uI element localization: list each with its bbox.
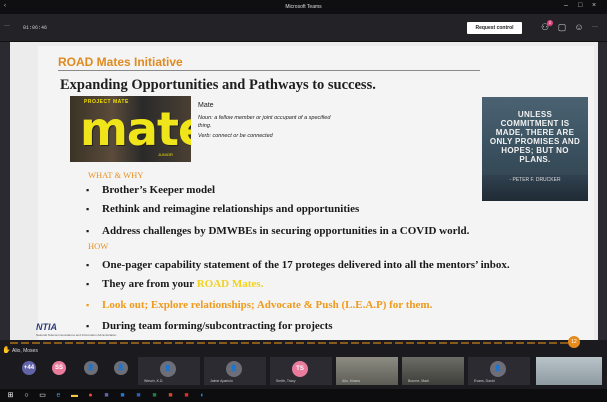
what-why-item: ▪ Address challenges by DMWBEs in securin… bbox=[86, 225, 470, 237]
participant-avatar[interactable]: +44 bbox=[22, 361, 36, 375]
participant-name: Wesch, K.D. bbox=[144, 379, 164, 383]
left-gutter bbox=[0, 42, 10, 340]
chat-icon[interactable]: ▢ bbox=[557, 21, 567, 33]
close-icon[interactable]: × bbox=[592, 2, 596, 9]
avatar: 👤 bbox=[490, 361, 506, 377]
progress-track bbox=[10, 342, 570, 344]
more-options-icon[interactable]: ··· bbox=[590, 21, 600, 33]
excel-icon[interactable]: ■ bbox=[150, 391, 159, 400]
what-why-item: ▪ Rethink and reimagine relationships and… bbox=[86, 203, 360, 215]
explorer-icon[interactable]: ▬ bbox=[70, 391, 79, 400]
participant-name: Bourne, Mark bbox=[408, 379, 430, 383]
teams-window: ‹ Microsoft Teams – □ × ··· 01:06:46 Req… bbox=[0, 0, 607, 402]
windows-taskbar: ⊞ ○ ▭ e ▬ ● ■ ■ ■ ■ ■ ■ ◐ bbox=[0, 389, 607, 402]
title-bar: ‹ Microsoft Teams – □ × bbox=[0, 0, 607, 14]
acrobat-icon[interactable]: ■ bbox=[182, 391, 191, 400]
right-gutter bbox=[598, 42, 607, 340]
word-icon[interactable]: ■ bbox=[134, 391, 143, 400]
header-divider bbox=[58, 70, 480, 71]
edge2-icon[interactable]: ◐ bbox=[198, 391, 207, 400]
how-item: ▪ Look out; Explore relationships; Advoca… bbox=[86, 299, 433, 311]
mate-image-bottom-text: JUNIOR bbox=[158, 152, 173, 157]
avatar: 👤 bbox=[226, 361, 242, 377]
slide-header: ROAD Mates Initiative bbox=[58, 55, 183, 69]
participant-name: Jaime Aparicio bbox=[210, 379, 233, 383]
participant-tile[interactable]: 👤 Wesch, K.D. bbox=[138, 357, 200, 385]
participant-tile[interactable]: Alio, Moses bbox=[336, 357, 398, 385]
participants-badge: 2 bbox=[547, 20, 553, 26]
definition-term: Mate bbox=[198, 102, 214, 109]
avatar: 👤 bbox=[160, 361, 176, 377]
slide-page-marker[interactable]: 12 bbox=[568, 336, 580, 348]
definition-noun: Noun: a fellow member or joint occupant … bbox=[198, 115, 331, 129]
road-mates-highlight: ROAD Mates. bbox=[196, 278, 264, 290]
definition-verb: Verb: connect or be connected bbox=[198, 133, 273, 139]
shared-slide: ROAD Mates Initiative Expanding Opportun… bbox=[10, 42, 598, 340]
teams-icon[interactable]: ■ bbox=[102, 391, 111, 400]
ntia-logo: NTIA bbox=[36, 322, 57, 332]
slide-canvas: ROAD Mates Initiative Expanding Opportun… bbox=[38, 46, 594, 340]
what-why-label: WHAT & WHY bbox=[88, 170, 144, 180]
quote-text: UNLESS COMMITMENT IS MADE, THERE ARE ONL… bbox=[489, 110, 581, 164]
how-item: ▪ One-pager capability statement of the 1… bbox=[86, 259, 510, 271]
participant-tile[interactable]: TS Smith, Tracy bbox=[270, 357, 332, 385]
quote-image: UNLESS COMMITMENT IS MADE, THERE ARE ONL… bbox=[482, 97, 588, 201]
meeting-toolbar: ··· 01:06:46 Request control ⚇ 2 ▢ ☺ ··· bbox=[0, 14, 607, 42]
slide-heading: Expanding Opportunities and Pathways to … bbox=[60, 77, 376, 93]
how-label: HOW bbox=[88, 241, 109, 251]
what-why-item: ▪ Brother’s Keeper model bbox=[86, 184, 216, 196]
minimize-icon[interactable]: – bbox=[564, 2, 568, 9]
participant-tile[interactable]: 👤 Jaime Aparicio bbox=[204, 357, 266, 385]
mate-image-word: mate bbox=[80, 102, 191, 156]
windows-icon[interactable]: ⊞ bbox=[6, 391, 15, 400]
more-options-left-icon[interactable]: ··· bbox=[4, 23, 10, 29]
reactions-icon[interactable]: ☺ bbox=[574, 21, 584, 33]
participant-name: Smith, Tracy bbox=[276, 379, 296, 383]
how-item: ▪ They are from your ROAD Mates. bbox=[86, 278, 264, 290]
participant-avatar[interactable]: SS bbox=[52, 361, 66, 375]
mate-definition: Mate Noun: a fellow member or joint occu… bbox=[198, 102, 338, 139]
participant-tile[interactable]: Bourne, Mark bbox=[402, 357, 464, 385]
task-view-icon[interactable]: ▭ bbox=[38, 391, 47, 400]
mate-image: PROJECT MATE mate JUNIOR bbox=[70, 96, 191, 162]
search-icon[interactable]: ○ bbox=[22, 391, 31, 400]
self-view-video[interactable] bbox=[536, 357, 602, 385]
window-title: Microsoft Teams bbox=[285, 4, 322, 10]
participant-avatar[interactable]: 👤 bbox=[84, 361, 98, 375]
participant-name: Alio, Moses bbox=[342, 379, 361, 383]
participant-name: Evans, David bbox=[474, 379, 495, 383]
how-item: ▪ During team forming/subcontracting for … bbox=[86, 320, 333, 332]
outlook-icon[interactable]: ■ bbox=[118, 391, 127, 400]
participant-strip: +44 SS 👤 👤 👤 Wesch, K.D. 👤 Jaime Aparici… bbox=[0, 353, 607, 389]
powerpoint-icon[interactable]: ■ bbox=[166, 391, 175, 400]
avatar: TS bbox=[292, 361, 308, 377]
meeting-timer: 01:06:46 bbox=[23, 25, 48, 31]
quote-author: - PETER F. DRUCKER bbox=[509, 177, 561, 183]
participant-avatar[interactable]: 👤 bbox=[114, 361, 128, 375]
request-control-button[interactable]: Request control bbox=[467, 22, 522, 34]
ntia-logo-subtitle: National Telecommunications and Informat… bbox=[36, 333, 117, 337]
chrome-icon[interactable]: ● bbox=[86, 391, 95, 400]
slide-progress: 12 bbox=[10, 336, 598, 348]
edge-icon[interactable]: e bbox=[54, 391, 63, 400]
participant-tile[interactable]: 👤 Evans, David bbox=[468, 357, 530, 385]
maximize-icon[interactable]: □ bbox=[578, 2, 582, 9]
